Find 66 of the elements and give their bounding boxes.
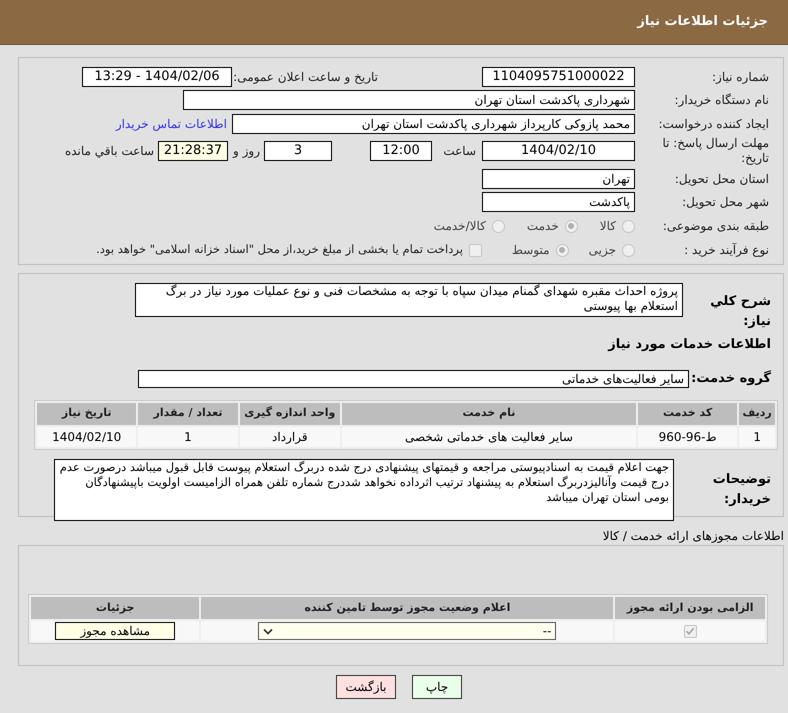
radio-button[interactable] [492, 220, 505, 232]
radio-label: کالا [600, 218, 616, 235]
checkbox[interactable] [468, 244, 482, 256]
table-cell: 1404/02/10 [37, 426, 136, 446]
radio-button[interactable] [564, 220, 578, 232]
service-group-field[interactable]: سایر فعالیت‌های خدماتی [138, 370, 689, 388]
column-header: تاریخ نیاز [37, 402, 136, 424]
radio-label: کالا/خدمت [434, 218, 486, 235]
table-cell: قرارداد [240, 426, 340, 446]
column-header: جزئیات [31, 597, 200, 619]
section-title: اطلاعات مجوزهای ارائه خدمت / کالا [602, 528, 784, 545]
need-number-field[interactable]: 1104095751000022 [482, 67, 635, 87]
field-label: روز و [232, 143, 260, 160]
check-icon [685, 626, 696, 636]
table-cell: 1 [138, 426, 238, 446]
table-cell: 1 [739, 426, 775, 446]
description-field[interactable]: پروژه احداث مقبره شهدای گمنام میدان سپاه با توجه به مشخصات فنی و نوع عملیات مورد نیاز در برگ استعلام بها پیوستی [135, 283, 683, 317]
buyer-contact-link[interactable]: اطلاعات تماس خریدار [116, 114, 227, 132]
radio-button[interactable] [622, 244, 635, 256]
deadline-date-field[interactable]: 1404/02/10 [482, 141, 635, 161]
field-label: شهر محل تحویل: [681, 194, 769, 211]
radio-button[interactable] [556, 244, 569, 256]
field-label: توضیحات خریدار: [712, 471, 771, 508]
column-header: تعداد / مقدار [138, 402, 238, 424]
field-label: تاریخ و ساعت اعلان عمومی: [232, 69, 378, 86]
chevron-down-icon [263, 628, 274, 634]
field-label: مهلت ارسال پاسخ: تا تاریخ: [661, 136, 769, 166]
field-label: استان محل تحویل: [674, 170, 769, 188]
column-header: کد خدمت [638, 402, 738, 424]
column-header: الزامی بودن ارائه مجوز [615, 597, 765, 619]
column-header: نام خدمت [342, 402, 636, 424]
city-field[interactable]: پاکدشت [482, 192, 635, 212]
payment-note: پرداخت تمام یا بخشی از مبلغ خرید،از محل "اسناد خزانه اسلامی" خواهد بود. [96, 241, 463, 258]
deadline-time-field[interactable]: 12:00 [370, 141, 432, 161]
remaining-time-field[interactable]: 21:28:37 [158, 141, 228, 161]
announce-date-field[interactable]: 1404/02/06 - 13:29 [82, 67, 232, 87]
radio-button[interactable] [622, 220, 635, 232]
column-header: اعلام وضعیت مجوز توسط تامین کننده [201, 597, 614, 619]
column-header: واحد اندازه گیری [240, 402, 340, 424]
field-label: نام دستگاه خریدار: [674, 92, 769, 109]
table-cell: سایر فعالیت های خدماتی شخصی [342, 426, 636, 446]
back-button[interactable]: بازگشت [336, 675, 396, 699]
buyer-notes-field[interactable]: جهت اعلام قیمت به اسنادپیوستی مراجعه و قیمتهای پیشنهادی درج شده دربرگ استعلام پیوست قابل قبول میباشد درصورت عدم درج قیمت وآنالیزدربرگ استعلام به پیشنهاد ترتیب اثرداده نخواهد شددرج شماره تلفن همراه الزامیست اولویت باپیشنهادگان بومی استان تهران میباشد [54, 458, 674, 520]
checkbox[interactable] [684, 624, 697, 638]
field-label: ساعت [442, 143, 476, 160]
field-label: طبقه بندی موضوعی: [662, 218, 769, 235]
field-label: شماره نیاز: [711, 69, 769, 86]
view-permit-button[interactable]: مشاهده مجوز [55, 622, 176, 640]
radio-label: متوسط [512, 242, 550, 259]
field-label: ساعت باقي مانده [64, 143, 154, 160]
creator-field[interactable]: محمد پازوکی کارپرداز شهرداری پاکدشت استان تهران [232, 114, 635, 134]
field-label: نوع فرآیند خرید : [683, 242, 769, 259]
status-select[interactable]: -- [258, 622, 556, 640]
field-label: ایجاد کننده درخواست: [657, 116, 769, 132]
field-label: شرح کلي نیاز: [709, 293, 771, 330]
province-field[interactable]: تهران [482, 168, 635, 188]
field-label: گروه خدمت: [690, 369, 771, 388]
section-title: اطلاعات خدمات مورد نیاز [606, 336, 771, 354]
column-header: ردیف [739, 402, 775, 424]
days-field[interactable]: 3 [264, 141, 332, 161]
table-cell: ط-96-960 [638, 426, 738, 446]
print-button[interactable]: چاپ [412, 675, 462, 699]
radio-label: جزیی [588, 242, 616, 259]
buyer-org-field[interactable]: شهرداری پاکدشت استان تهران [183, 90, 635, 110]
radio-label: خدمت [526, 218, 559, 235]
page-title: جزئیات اطلاعات نیاز [637, 13, 768, 32]
